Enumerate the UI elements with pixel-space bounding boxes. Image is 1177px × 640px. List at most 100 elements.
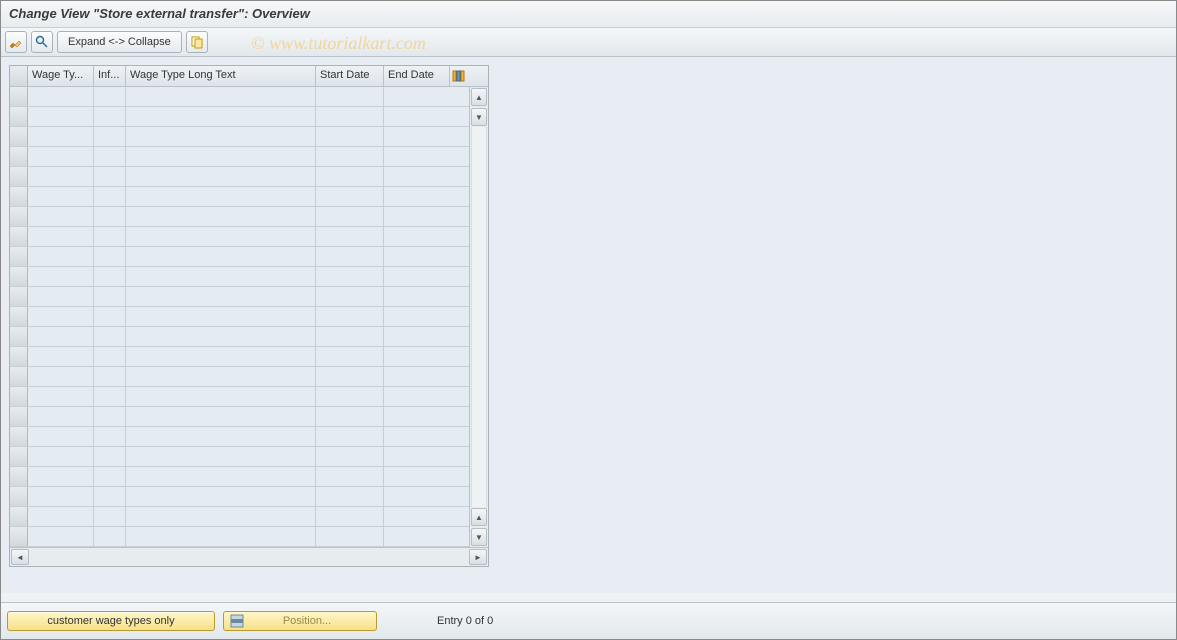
cell-wage-type[interactable] [28,87,94,106]
row-selector[interactable] [10,507,28,526]
cell-wage-type[interactable] [28,147,94,166]
cell-start-date[interactable] [316,147,384,166]
table-row[interactable] [10,247,469,267]
cell-long-text[interactable] [126,187,316,206]
cell-wage-type[interactable] [28,467,94,486]
vertical-scrollbar[interactable]: ▲ ▼ ▲ ▼ [469,87,488,547]
table-row[interactable] [10,267,469,287]
cell-long-text[interactable] [126,507,316,526]
cell-start-date[interactable] [316,427,384,446]
customer-wage-types-button[interactable]: customer wage types only [7,611,215,631]
cell-infotype[interactable] [94,127,126,146]
row-selector[interactable] [10,407,28,426]
toggle-change-button[interactable] [5,31,27,53]
cell-end-date[interactable] [384,147,450,166]
table-row[interactable] [10,107,469,127]
table-row[interactable] [10,287,469,307]
scroll-left-arrow-icon[interactable]: ◄ [11,549,29,565]
row-selector[interactable] [10,247,28,266]
row-selector[interactable] [10,327,28,346]
cell-infotype[interactable] [94,487,126,506]
cell-long-text[interactable] [126,307,316,326]
cell-long-text[interactable] [126,247,316,266]
table-row[interactable] [10,407,469,427]
cell-end-date[interactable] [384,447,450,466]
cell-wage-type[interactable] [28,387,94,406]
cell-long-text[interactable] [126,467,316,486]
row-selector[interactable] [10,467,28,486]
col-end-date[interactable]: End Date [384,66,450,86]
row-selector[interactable] [10,167,28,186]
cell-infotype[interactable] [94,107,126,126]
table-row[interactable] [10,167,469,187]
scroll-down-arrow-icon[interactable]: ▼ [471,528,487,546]
table-row[interactable] [10,367,469,387]
cell-end-date[interactable] [384,467,450,486]
cell-wage-type[interactable] [28,187,94,206]
cell-long-text[interactable] [126,267,316,286]
cell-start-date[interactable] [316,327,384,346]
cell-end-date[interactable] [384,307,450,326]
table-row[interactable] [10,387,469,407]
table-row[interactable] [10,207,469,227]
cell-infotype[interactable] [94,347,126,366]
cell-long-text[interactable] [126,387,316,406]
row-selector[interactable] [10,427,28,446]
cell-long-text[interactable] [126,347,316,366]
cell-infotype[interactable] [94,467,126,486]
position-button[interactable]: Position... [223,611,377,631]
cell-wage-type[interactable] [28,367,94,386]
cell-start-date[interactable] [316,467,384,486]
cell-start-date[interactable] [316,407,384,426]
cell-start-date[interactable] [316,227,384,246]
table-row[interactable] [10,187,469,207]
cell-end-date[interactable] [384,87,450,106]
cell-end-date[interactable] [384,427,450,446]
cell-infotype[interactable] [94,227,126,246]
table-row[interactable] [10,87,469,107]
cell-start-date[interactable] [316,207,384,226]
cell-end-date[interactable] [384,367,450,386]
cell-wage-type[interactable] [28,207,94,226]
table-row[interactable] [10,507,469,527]
col-infotype[interactable]: Inf... [94,66,126,86]
cell-wage-type[interactable] [28,167,94,186]
row-selector[interactable] [10,207,28,226]
row-selector[interactable] [10,187,28,206]
row-selector[interactable] [10,127,28,146]
cell-start-date[interactable] [316,107,384,126]
table-row[interactable] [10,347,469,367]
cell-start-date[interactable] [316,387,384,406]
col-start-date[interactable]: Start Date [316,66,384,86]
cell-long-text[interactable] [126,107,316,126]
cell-infotype[interactable] [94,167,126,186]
cell-wage-type[interactable] [28,507,94,526]
cell-end-date[interactable] [384,267,450,286]
cell-long-text[interactable] [126,207,316,226]
cell-long-text[interactable] [126,427,316,446]
cell-long-text[interactable] [126,87,316,106]
cell-long-text[interactable] [126,167,316,186]
cell-start-date[interactable] [316,187,384,206]
row-selector[interactable] [10,487,28,506]
cell-infotype[interactable] [94,527,126,546]
horizontal-scrollbar[interactable]: ◄ ► [10,547,488,566]
cell-infotype[interactable] [94,207,126,226]
cell-start-date[interactable] [316,367,384,386]
scroll-track[interactable] [471,127,487,507]
cell-wage-type[interactable] [28,487,94,506]
cell-wage-type[interactable] [28,327,94,346]
cell-wage-type[interactable] [28,427,94,446]
cell-wage-type[interactable] [28,127,94,146]
table-row[interactable] [10,487,469,507]
find-button[interactable] [31,31,53,53]
cell-long-text[interactable] [126,227,316,246]
row-selector[interactable] [10,347,28,366]
cell-infotype[interactable] [94,327,126,346]
cell-start-date[interactable] [316,447,384,466]
cell-long-text[interactable] [126,367,316,386]
table-row[interactable] [10,427,469,447]
cell-wage-type[interactable] [28,287,94,306]
scroll-right-arrow-icon[interactable]: ► [469,549,487,565]
row-selector[interactable] [10,387,28,406]
